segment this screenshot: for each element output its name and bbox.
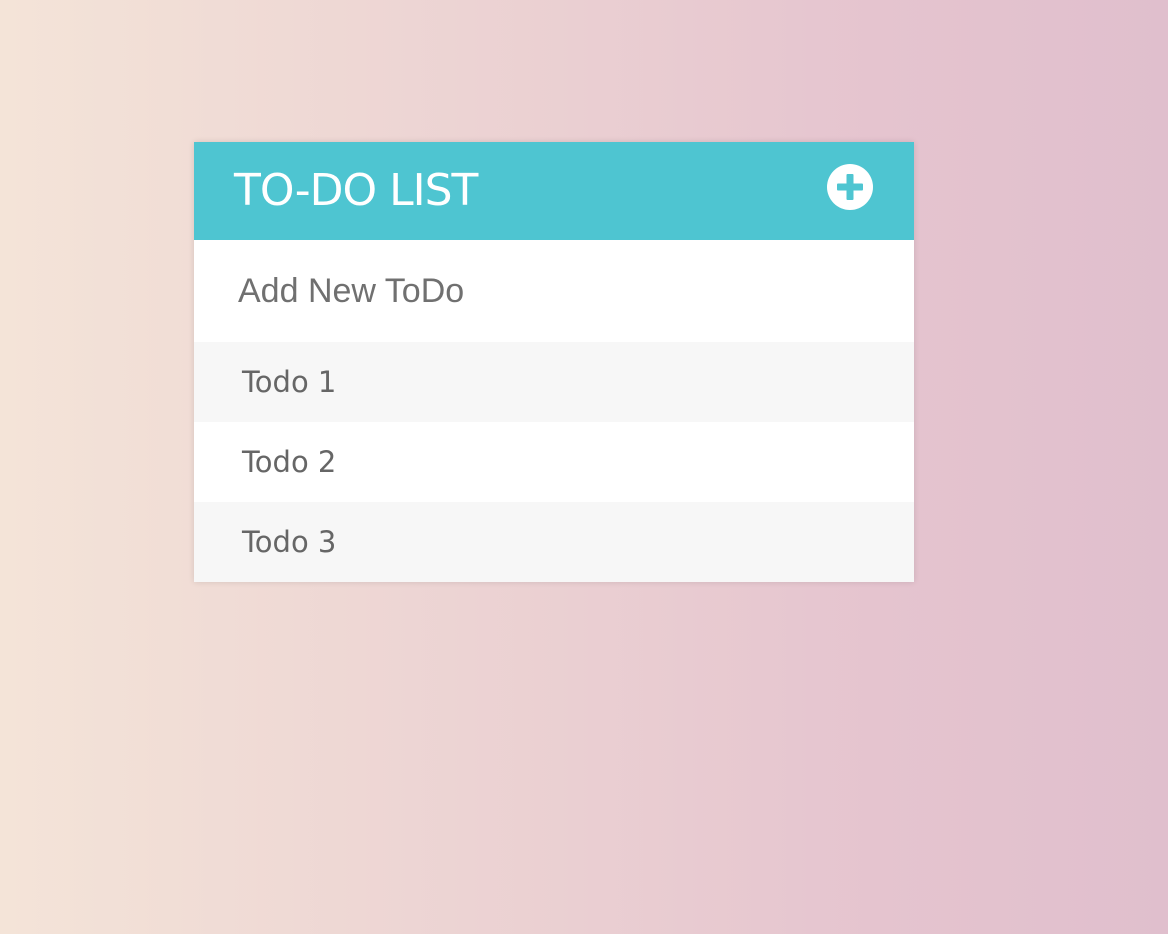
- todo-card: TO-DO LIST Todo 1 Todo 2 Todo 3: [194, 142, 914, 582]
- todo-list: Todo 1 Todo 2 Todo 3: [194, 342, 914, 582]
- add-todo-button[interactable]: [826, 163, 874, 211]
- new-todo-input[interactable]: [194, 240, 914, 342]
- plus-circle-icon: [827, 164, 873, 210]
- todo-item-2[interactable]: Todo 2: [194, 422, 914, 502]
- todo-item-3[interactable]: Todo 3: [194, 502, 914, 582]
- page-title: TO-DO LIST: [234, 165, 478, 216]
- todo-item-1[interactable]: Todo 1: [194, 342, 914, 422]
- card-header: TO-DO LIST: [194, 142, 914, 240]
